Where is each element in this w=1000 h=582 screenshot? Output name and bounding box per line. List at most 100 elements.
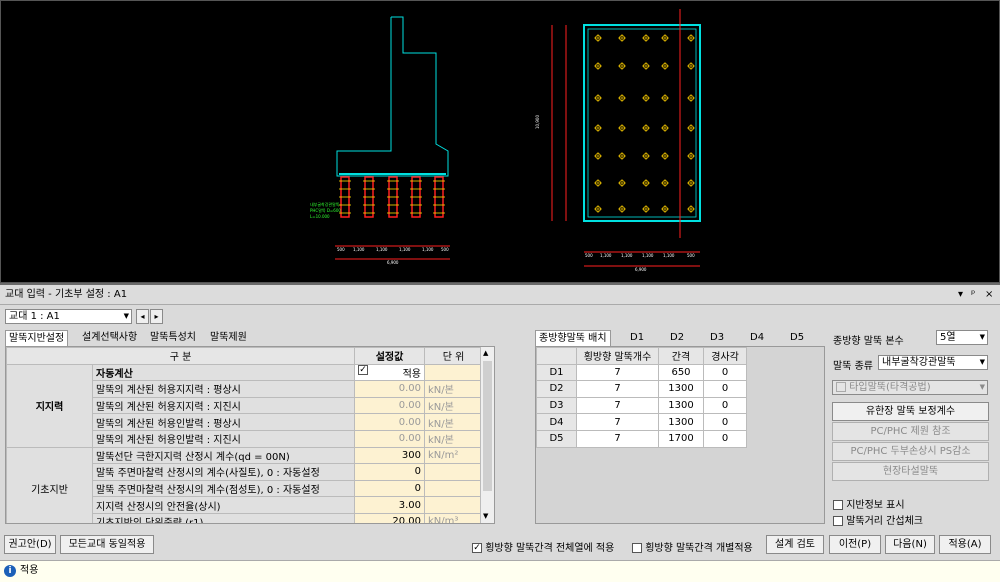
tab-d1[interactable]: D1 — [627, 330, 647, 346]
pile-spacing-cell[interactable]: 1300 — [658, 396, 704, 415]
cad-drawing-view[interactable]: 내부굴착강관말뚝 PHC말뚝 D=600 L=10.000 500 1,100 1,… — [0, 0, 1000, 283]
plan-footing-outline — [583, 24, 701, 222]
driven-pile-checkbox — [836, 382, 846, 392]
pile-tab-bar: 종방향말뚝 배치 D1 D2 D3 D4 D5 — [535, 330, 825, 347]
ground-info-toggle[interactable]: 지반정보 표시 — [833, 496, 905, 511]
apply-spacing-all-toggle[interactable]: ✓ 횡방향 말뚝간격 전체열에 적용 — [472, 539, 614, 554]
tab-d3[interactable]: D3 — [707, 330, 727, 346]
apply-button[interactable]: 적용(A) — [939, 535, 991, 554]
pile-distance-toggle[interactable]: 말뚝거리 간섭체크 — [833, 512, 923, 527]
pile-type-value: 내부굴착강관말뚝 — [882, 357, 956, 368]
previous-button[interactable]: 이전(P) — [829, 535, 881, 554]
plan-bottom-dims: 500 1,100 1,100 1,100 1,100 500 — [585, 253, 695, 258]
pile-count-cell[interactable]: 7 — [576, 363, 659, 382]
settings-scrollbar[interactable]: ▲ ▼ — [480, 347, 494, 523]
plan-dim-label: 500 — [687, 253, 695, 258]
value-cell[interactable]: 0 — [354, 463, 425, 481]
pile-angle-cell[interactable]: 0 — [703, 429, 747, 448]
pile-count-cell[interactable]: 7 — [576, 413, 659, 431]
plan-dim-label: 1,100 — [642, 253, 654, 258]
abutment-select[interactable]: 교대 1 : A1 ▼ — [5, 309, 132, 324]
unit-cell: kN/본 — [424, 429, 483, 448]
pile-spacing-cell[interactable]: 1700 — [658, 429, 704, 448]
table-row: D5 7 1700 0 — [536, 429, 747, 448]
phc-spec-button[interactable]: PC/PHC 제원 참조 — [832, 422, 989, 441]
tab-pile-ground[interactable]: 말뚝지반설정 — [5, 330, 69, 346]
settings-header-row: 구 분 설정값 단 위 — [6, 347, 483, 365]
auto-calc-cell[interactable]: ✓ 적용 — [354, 363, 425, 382]
table-row: D2 7 1300 0 — [536, 380, 747, 398]
phc-ps-reduction-button[interactable]: PC/PHC 두부손상시 PS감소 — [832, 442, 989, 461]
tab-pile-specs[interactable]: 말뚝제원 — [207, 330, 250, 346]
pile-type-select[interactable]: 내부굴착강관말뚝 ▼ — [878, 355, 988, 370]
value-cell[interactable]: 20.00 — [354, 512, 425, 523]
auto-calc-checkbox[interactable]: ✓ — [358, 365, 368, 375]
col-header-value: 설정값 — [354, 347, 425, 365]
apply-spacing-all-checkbox[interactable]: ✓ — [472, 543, 482, 553]
pile-spacing-cell[interactable]: 1300 — [658, 380, 704, 398]
pile-row-name: D1 — [536, 363, 577, 382]
dropdown-icon[interactable]: ▾ — [958, 285, 963, 304]
ground-info-checkbox[interactable] — [833, 500, 843, 510]
close-icon[interactable]: × — [985, 285, 993, 304]
abutment-select-value: 교대 1 : A1 — [9, 311, 60, 322]
pile-angle-cell[interactable]: 0 — [703, 413, 747, 431]
pile-angle-cell[interactable]: 0 — [703, 363, 747, 382]
tab-d4[interactable]: D4 — [747, 330, 767, 346]
pile-row-name: D3 — [536, 396, 577, 415]
apply-spacing-each-checkbox[interactable] — [632, 543, 642, 553]
tab-d5[interactable]: D5 — [787, 330, 807, 346]
group-bearing: 지지력 — [6, 363, 93, 448]
pile-spacing-cell[interactable]: 1300 — [658, 413, 704, 431]
value-cell[interactable]: 3.00 — [354, 496, 425, 514]
pile-count-cell[interactable]: 7 — [576, 429, 659, 448]
pile-count-cell[interactable]: 7 — [576, 396, 659, 415]
section-note-line-3: L=10.000 — [310, 214, 330, 219]
value-cell[interactable]: 300 — [354, 446, 425, 465]
abutment-section-outline — [336, 16, 449, 177]
tab-design-options[interactable]: 설계선택사항 — [79, 330, 140, 346]
chevron-down-icon: ▼ — [979, 358, 985, 366]
plan-dim-label: 1,100 — [600, 253, 612, 258]
auto-calc-value: 적용 — [402, 368, 421, 380]
row-label: 말뚝 주면마찰력 산정시의 계수(점성토), 0 : 자동설정 — [92, 479, 355, 498]
pile-spacing-cell[interactable]: 650 — [658, 363, 704, 382]
pile-type-label: 말뚝 종류 — [833, 361, 873, 372]
apply-spacing-each-toggle[interactable]: 횡방향 말뚝간격 개별적용 — [632, 539, 753, 554]
pile-angle-cell[interactable]: 0 — [703, 396, 747, 415]
status-text: 적용 — [20, 565, 39, 576]
pile-count-cell[interactable]: 7 — [576, 380, 659, 398]
value-cell[interactable]: 0.00 — [354, 429, 425, 448]
pile-count-label: 종방향 말뚝 본수 — [833, 336, 904, 347]
apply-all-abutments-button[interactable]: 모든교대 동일적용 — [60, 535, 154, 554]
footing-rebar-line — [339, 173, 446, 175]
scroll-thumb[interactable] — [483, 361, 492, 491]
value-cell[interactable]: 0.00 — [354, 396, 425, 415]
value-cell[interactable]: 0 — [354, 479, 425, 498]
section-dim-label: 1,100 — [376, 247, 388, 252]
tab-longitudinal-layout[interactable]: 종방향말뚝 배치 — [535, 330, 611, 346]
scroll-down-icon[interactable]: ▼ — [483, 512, 488, 520]
unit-cell — [424, 479, 483, 498]
pile-distance-checkbox[interactable] — [833, 516, 843, 526]
pile-count-select[interactable]: 5열 ▼ — [936, 330, 988, 345]
prev-abutment-button[interactable]: ◂ — [136, 309, 149, 324]
value-cell[interactable]: 0.00 — [354, 413, 425, 431]
row-label: 기초지반의 단위중량 (r1) — [92, 512, 355, 523]
next-button[interactable]: 다음(N) — [885, 535, 935, 554]
tab-d2[interactable]: D2 — [667, 330, 687, 346]
next-abutment-button[interactable]: ▸ — [150, 309, 163, 324]
cast-in-place-pile-button[interactable]: 현장타설말뚝 — [832, 462, 989, 481]
chevron-down-icon: ▼ — [123, 312, 129, 320]
value-cell[interactable]: 0.00 — [354, 380, 425, 398]
tab-pile-properties[interactable]: 말뚝특성치 — [147, 330, 199, 346]
section-dim-label: 1,100 — [422, 247, 434, 252]
pile-row-name: D5 — [536, 429, 577, 448]
finite-length-factor-button[interactable]: 유한장 말뚝 보정계수 — [832, 402, 989, 421]
recommend-button[interactable]: 권고안(D) — [4, 535, 56, 554]
pile-angle-cell[interactable]: 0 — [703, 380, 747, 398]
scroll-up-icon[interactable]: ▲ — [483, 349, 488, 357]
design-review-button[interactable]: 설계 검토 — [766, 535, 824, 554]
chevron-down-icon: ▼ — [979, 333, 985, 341]
pin-icon[interactable]: ᵖ — [971, 285, 975, 304]
